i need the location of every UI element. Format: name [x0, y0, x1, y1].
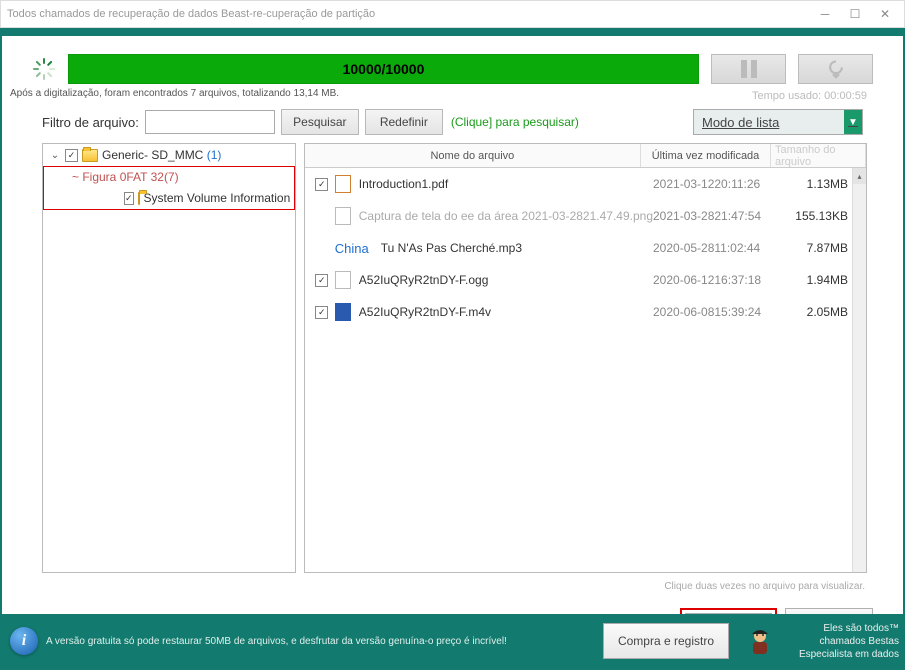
tree-root-label: Generic- SD_MMC (1) [102, 148, 221, 162]
view-mode-label: Modo de lista [702, 115, 779, 130]
file-size: 155.13KB [778, 209, 858, 223]
file-checkbox[interactable] [313, 306, 331, 319]
preview-hint: Clique duas vezes no arquivo para visual… [2, 579, 903, 600]
filter-row: Filtro de arquivo: Pesquisar Redefinir (… [2, 99, 903, 143]
main-panels: ⌄ Generic- SD_MMC (1) ~ Figura 0FAT 32(7… [2, 143, 903, 579]
file-name: A52IuQRyR2tnDY-F.m4v [355, 305, 653, 319]
tree-sys-label: System Volume Information [144, 191, 291, 205]
file-size: 1.94MB [778, 273, 858, 287]
reset-button[interactable]: Redefinir [365, 109, 443, 135]
col-size[interactable]: Tamanho do arquivo [771, 144, 866, 167]
search-button[interactable]: Pesquisar [281, 109, 359, 135]
footer-tagline: Eles são todos™chamados BestasEspecialis… [779, 622, 899, 661]
file-date: 2020-05-2811:02:44 [653, 241, 778, 255]
file-row[interactable]: ChinaTu N'As Pas Cherché.mp32020-05-2811… [305, 232, 866, 264]
progress-bar: 10000/10000 [68, 54, 699, 84]
footer: i A versão gratuita só pode restaurar 50… [2, 614, 903, 668]
file-row[interactable]: A52IuQRyR2tnDY-F.m4v2020-06-0815:39:242.… [305, 296, 866, 328]
scan-area: 10000/10000 [2, 36, 903, 88]
file-name: Introduction1.pdf [355, 177, 653, 191]
view-mode-select[interactable]: Modo de lista ▼ [693, 109, 863, 135]
file-name: Tu N'As Pas Cherché.mp3 [377, 241, 653, 255]
filter-label: Filtro de arquivo: [42, 115, 139, 130]
file-name: Captura de tela do ee da área 2021-03-28… [355, 209, 653, 223]
scroll-up-icon[interactable]: ▴ [853, 168, 866, 184]
col-name[interactable]: Nome do arquivo [305, 144, 641, 167]
progress-text: 10000/10000 [343, 61, 425, 77]
file-row[interactable]: Introduction1.pdf2021-03-1220:11:261.13M… [305, 168, 866, 200]
tree-checkbox[interactable] [65, 149, 78, 162]
footer-text: A versão gratuita só pode restaurar 50MB… [46, 636, 603, 647]
file-date: 2020-06-0815:39:24 [653, 305, 778, 319]
doc-icon [331, 271, 355, 289]
spinner-icon [32, 57, 56, 81]
m4v-icon [331, 303, 355, 321]
tree-root[interactable]: ⌄ Generic- SD_MMC (1) [43, 144, 295, 166]
img-icon [331, 207, 355, 225]
window-title: Todos chamados de recuperação de dados B… [5, 8, 810, 21]
file-size: 7.87MB [778, 241, 858, 255]
pause-button[interactable] [711, 54, 786, 84]
minimize-button[interactable]: ─ [810, 2, 840, 26]
stop-button[interactable] [798, 54, 873, 84]
maximize-button[interactable]: ☐ [840, 2, 870, 26]
purchase-button[interactable]: Compra e registro [603, 623, 729, 659]
col-modified[interactable]: Última vez modificada [641, 144, 771, 167]
file-list[interactable]: Introduction1.pdf2021-03-1220:11:261.13M… [305, 168, 866, 572]
file-checkbox[interactable] [313, 178, 331, 191]
tree-sys-volume[interactable]: System Volume Information [44, 187, 294, 209]
file-size: 1.13MB [778, 177, 858, 191]
avatar-icon [745, 626, 775, 656]
file-date: 2020-06-1216:37:18 [653, 273, 778, 287]
window-controls: ─ ☐ ✕ [810, 2, 900, 26]
file-name: A52IuQRyR2tnDY-F.ogg [355, 273, 653, 287]
tree-figura[interactable]: ~ Figura 0FAT 32(7) [44, 167, 294, 187]
file-panel: Nome do arquivo Última vez modificada Ta… [304, 143, 867, 573]
file-row[interactable]: Captura de tela do ee da área 2021-03-28… [305, 200, 866, 232]
info-icon: i [10, 627, 38, 655]
file-row[interactable]: A52IuQRyR2tnDY-F.ogg2020-06-1216:37:181.… [305, 264, 866, 296]
folder-icon [82, 149, 98, 162]
time-used: Tempo usado: 00:00:59 [752, 90, 867, 102]
search-hint: (Clique] para pesquisar) [451, 115, 579, 129]
file-date: 2021-03-2821:47:54 [653, 209, 778, 223]
stop-icon [826, 59, 846, 79]
filter-input[interactable] [145, 110, 275, 134]
china-icon: China [331, 241, 377, 256]
file-size: 2.05MB [778, 305, 858, 319]
tree-panel[interactable]: ⌄ Generic- SD_MMC (1) ~ Figura 0FAT 32(7… [42, 143, 296, 573]
tree-selection-box: ~ Figura 0FAT 32(7) System Volume Inform… [43, 166, 295, 210]
tree-checkbox[interactable] [124, 192, 134, 205]
file-date: 2021-03-1220:11:26 [653, 177, 778, 191]
scrollbar-vertical[interactable]: ▴ [852, 168, 866, 572]
pause-icon [741, 60, 757, 78]
main-panel: 10000/10000 Após a digitalização, foram … [2, 36, 903, 668]
chevron-down-icon: ▼ [844, 110, 862, 134]
titlebar: Todos chamados de recuperação de dados B… [0, 0, 905, 28]
file-header: Nome do arquivo Última vez modificada Ta… [305, 144, 866, 168]
folder-icon [138, 192, 140, 205]
chevron-down-icon[interactable]: ⌄ [49, 150, 61, 161]
close-button[interactable]: ✕ [870, 2, 900, 26]
file-checkbox[interactable] [313, 274, 331, 287]
pdf-icon [331, 175, 355, 193]
outer-frame: 10000/10000 Após a digitalização, foram … [0, 28, 905, 670]
